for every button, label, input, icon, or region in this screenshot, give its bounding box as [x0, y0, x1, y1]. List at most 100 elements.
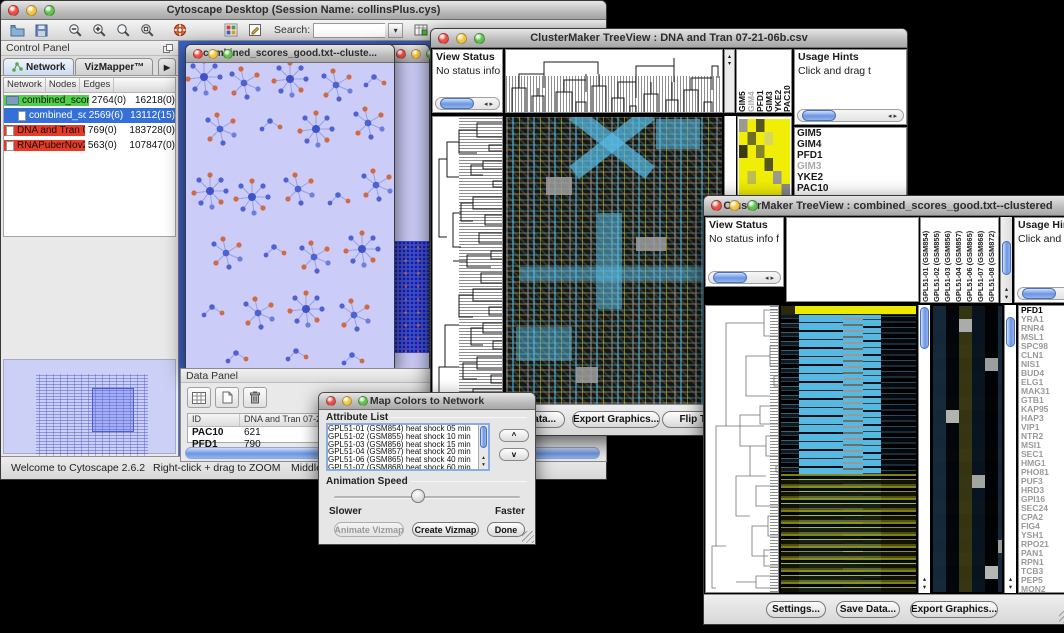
- resize-grip[interactable]: [1059, 611, 1064, 623]
- close-button[interactable]: [396, 49, 406, 59]
- column-label[interactable]: PFD1: [755, 50, 764, 112]
- resize-grip[interactable]: [522, 531, 534, 543]
- speed-slider-thumb[interactable]: [411, 489, 425, 503]
- gene-label[interactable]: MON2: [1019, 585, 1064, 593]
- done-button[interactable]: Done: [487, 522, 525, 537]
- open-session-button[interactable]: [7, 21, 28, 39]
- column-label[interactable]: GPL51-02 (GSM855): [932, 218, 943, 302]
- move-down-button[interactable]: v: [499, 448, 529, 461]
- scrollbar-thumb[interactable]: [713, 272, 747, 283]
- move-up-button[interactable]: ^: [499, 429, 529, 442]
- tv2-zoom-vscrollbar[interactable]: ▴ ▾: [1004, 305, 1016, 593]
- zoom-button[interactable]: [358, 396, 368, 406]
- search-dropdown-button[interactable]: ▾: [388, 23, 403, 38]
- tab-network[interactable]: Network: [3, 58, 74, 75]
- minimize-button[interactable]: [208, 49, 218, 59]
- tv2-zoom-heatmap[interactable]: [932, 305, 1003, 593]
- dialog-titlebar[interactable]: Map Colors to Network: [319, 393, 535, 410]
- close-button[interactable]: [8, 5, 19, 16]
- gene-label[interactable]: GIM4: [795, 139, 906, 150]
- help-lifebuoy-button[interactable]: [169, 21, 190, 39]
- footer-button[interactable]: Export Graphics...: [910, 601, 998, 618]
- minimize-button[interactable]: [456, 33, 467, 44]
- id-column-header[interactable]: ID: [188, 414, 240, 426]
- zoom-out-button[interactable]: [64, 21, 85, 39]
- footer-button[interactable]: Export Graphics...: [572, 411, 660, 428]
- tv2-status-scrollbar[interactable]: ◂ ▸: [708, 271, 781, 284]
- tv1-dendrogram-scroll-strip[interactable]: ▴▾: [724, 49, 735, 113]
- column-label[interactable]: GPL51-01 (GSM854): [921, 218, 932, 302]
- zoom-button[interactable]: [474, 33, 485, 44]
- close-button[interactable]: [326, 396, 336, 406]
- scrollbar-thumb[interactable]: [1002, 241, 1011, 275]
- column-label[interactable]: YKE2: [773, 50, 782, 112]
- column-label[interactable]: GPL51-07 (GSM868): [976, 218, 987, 302]
- gene-label[interactable]: GIM3: [795, 161, 906, 172]
- minimize-button[interactable]: [26, 5, 37, 16]
- column-label[interactable]: GIM3: [764, 50, 773, 112]
- tv1-status-scrollbar[interactable]: ◂ ▸: [435, 97, 500, 110]
- attribute-browser-button[interactable]: [410, 21, 431, 39]
- column-label[interactable]: GIM4: [746, 50, 755, 112]
- tv2-column-dendrogram[interactable]: [786, 217, 919, 302]
- gene-label[interactable]: PAC10: [795, 183, 906, 194]
- scrollbar-thumb[interactable]: [480, 426, 487, 448]
- tv1-column-labels[interactable]: GIM5GIM4PFD1GIM3YKE2PAC10: [736, 49, 792, 113]
- scrollbar-thumb[interactable]: [1006, 317, 1015, 347]
- animate-vizmap-button[interactable]: Animate Vizmap: [334, 522, 404, 537]
- tab-overflow-button[interactable]: ▶: [158, 58, 176, 75]
- create-vizmap-button[interactable]: Create Vizmap: [412, 522, 479, 537]
- birdseye-viewport-rect[interactable]: [92, 388, 134, 432]
- column-label[interactable]: GPL51-04 (GSM857): [954, 218, 965, 302]
- zoom-fit-button[interactable]: [136, 21, 157, 39]
- column-header[interactable]: Network: [4, 78, 46, 92]
- zoom-button[interactable]: [747, 200, 758, 211]
- tv2-row-dendrogram[interactable]: [705, 305, 779, 593]
- gene-label[interactable]: GIM5: [795, 128, 906, 139]
- network-window-1-titlebar[interactable]: combined_scores_good.txt--cluste...: [186, 45, 394, 63]
- minimize-button[interactable]: [411, 49, 421, 59]
- scroll-up-arrow[interactable]: ▴: [1005, 576, 1016, 583]
- scroll-down-arrow[interactable]: ▾: [1001, 294, 1012, 301]
- scrollbar-thumb[interactable]: [440, 98, 474, 109]
- minimize-button[interactable]: [729, 200, 740, 211]
- scroll-up-arrow[interactable]: ▴: [919, 576, 930, 583]
- tv1-row-dendrogram[interactable]: [432, 116, 503, 405]
- network-row[interactable]: combined_scores 2764(0) 16218(0): [4, 93, 175, 108]
- select-attributes-button[interactable]: [187, 387, 211, 408]
- zoom-selected-button[interactable]: [112, 21, 133, 39]
- tv1-column-dendrogram[interactable]: [505, 49, 723, 113]
- scroll-down-arrow[interactable]: ▾: [1005, 584, 1016, 591]
- delete-attribute-button[interactable]: [243, 387, 267, 408]
- tv2-heatmap-vscrollbar[interactable]: ▴ ▾: [918, 305, 930, 593]
- tv2-hints-scrollbar[interactable]: [1017, 287, 1064, 300]
- gene-label[interactable]: PFD1: [795, 150, 906, 161]
- column-label[interactable]: GPL51-08 (GSM872): [987, 218, 998, 302]
- scroll-up-arrow[interactable]: ▴: [1001, 286, 1012, 293]
- attribute-listbox[interactable]: GPL51-01 (GSM854) heat shock 05 minGPL51…: [326, 423, 490, 471]
- float-panel-icon[interactable]: [163, 44, 173, 53]
- close-button[interactable]: [438, 33, 449, 44]
- vizmapper-button[interactable]: [220, 21, 241, 39]
- birdseye-view[interactable]: [3, 359, 176, 454]
- scrollbar-arrows[interactable]: ◂ ▸: [481, 99, 496, 109]
- tv1-heatmap[interactable]: [505, 116, 723, 405]
- minimize-button[interactable]: [342, 396, 352, 406]
- tv2-column-labels[interactable]: GPL51-01 (GSM854)GPL51-02 (GSM855) GPL51-…: [920, 217, 999, 303]
- column-header[interactable]: Nodes: [46, 78, 80, 92]
- tv2-labels-vscrollbar[interactable]: ▴ ▾: [1000, 217, 1012, 303]
- scrollbar-thumb[interactable]: [802, 110, 836, 121]
- close-button[interactable]: [711, 200, 722, 211]
- column-label[interactable]: PAC10: [782, 50, 791, 112]
- save-session-button[interactable]: [31, 21, 52, 39]
- scrollbar-thumb[interactable]: [920, 307, 929, 349]
- attribute-item[interactable]: GPL51-07 (GSM868) heat shock 60 min: [328, 464, 478, 471]
- scrollbar-thumb[interactable]: [1022, 288, 1056, 299]
- column-label[interactable]: GPL51-06 (GSM865): [965, 218, 976, 302]
- scrollbar-arrows[interactable]: ◂ ▸: [885, 111, 900, 121]
- tv1-hints-scrollbar[interactable]: ◂ ▸: [797, 109, 904, 122]
- zoom-button[interactable]: [44, 5, 55, 16]
- footer-button[interactable]: Save Data...: [836, 601, 900, 618]
- scrollbar-arrows[interactable]: ◂ ▸: [762, 273, 777, 283]
- zoom-in-button[interactable]: [88, 21, 109, 39]
